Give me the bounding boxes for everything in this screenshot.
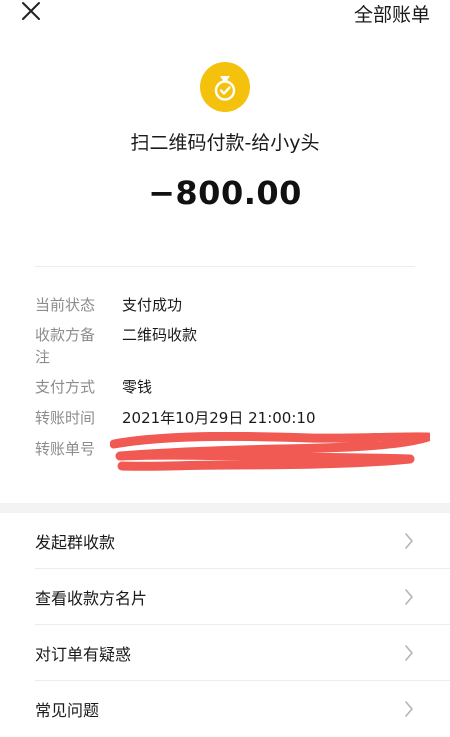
redaction-scribble [110,432,430,471]
menu-item-label: 查看收款方名片 [35,589,148,608]
menu-item-label: 常见问题 [35,701,100,720]
divider [35,266,415,267]
top-bar: 全部账单 [0,0,450,30]
menu-item-payee-card[interactable]: 查看收款方名片 [0,569,450,625]
menu-item-label: 发起群收款 [35,533,116,552]
order-number-label: 转账单号 [35,440,96,458]
menu-item-label: 对订单有疑惑 [35,645,132,664]
close-icon[interactable] [20,0,42,22]
menu-item-faq[interactable]: 常见问题 [0,681,450,737]
chevron-right-icon [405,589,413,605]
transfer-time-value: 2021年10月29日 21:00:10 [122,409,316,427]
payment-method-label: 支付方式 [35,378,96,396]
chevron-right-icon [405,533,413,549]
all-bills-link[interactable]: 全部账单 [354,0,430,27]
status-label: 当前状态 [35,296,96,314]
coin-bag-check-icon [200,62,250,112]
chevron-right-icon [405,701,413,717]
transfer-time-label: 转账时间 [35,409,96,427]
amount: −800.00 [148,174,302,212]
chevron-right-icon [405,645,413,661]
transaction-title: 扫二维码付款-给小y头 [130,132,320,154]
menu-item-group-collect[interactable]: 发起群收款 [0,513,450,569]
status-value: 支付成功 [122,296,183,314]
payee-note-label: 收款方备注 [35,326,96,366]
payment-method-value: 零钱 [122,378,153,396]
menu-item-order-question[interactable]: 对订单有疑惑 [0,625,450,681]
section-gap [0,503,450,513]
payee-note-value: 二维码收款 [122,326,198,344]
